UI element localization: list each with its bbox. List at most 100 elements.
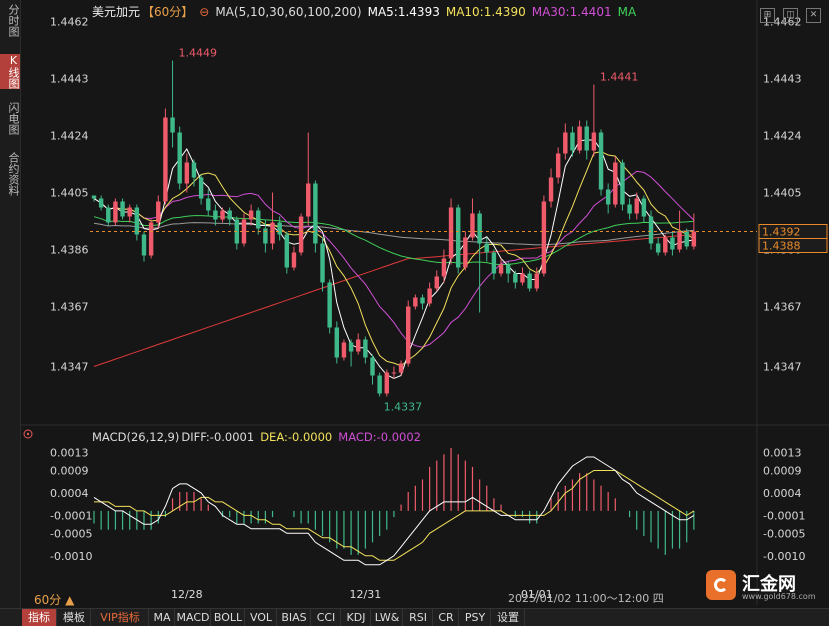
macd-header: MACD(26,12,9) DIFF:-0.0001 DEA:-0.0000 MACD… — [92, 430, 427, 444]
candle-body — [284, 234, 290, 268]
candle-body — [134, 207, 140, 235]
candle-body — [570, 132, 575, 151]
price-tick-left: 1.4405 — [50, 187, 89, 200]
price-tick-left: 1.4443 — [50, 73, 89, 86]
candle-body — [527, 273, 532, 289]
candle-body — [113, 201, 118, 223]
candle-body — [341, 342, 347, 358]
candle-body — [648, 216, 654, 244]
toolbar-item-13[interactable]: PSY — [460, 609, 491, 626]
price-tick-right: 1.4405 — [763, 187, 802, 200]
ma10-value: MA10:1.4390 — [445, 5, 526, 19]
toolbar-item-1[interactable]: 模板 — [58, 609, 91, 626]
toolbar-item-5[interactable]: BOLL — [212, 609, 245, 626]
ma30-line — [93, 170, 695, 348]
target-icon-dot — [26, 432, 30, 436]
toolbar-item-10[interactable]: LW& — [372, 609, 403, 626]
chart-canvas[interactable]: 1.4462 1.44621.4443 1.44431.4424 1.44241.44… — [0, 0, 829, 625]
candle-body — [413, 297, 418, 307]
period-label-header[interactable]: 【60分】 — [142, 5, 193, 19]
candle-body — [213, 210, 218, 220]
candle-body — [184, 162, 190, 184]
candle-body — [677, 231, 682, 250]
candle-body — [441, 258, 447, 277]
time-range: 2025/01/02 11:00～12:00 四 — [508, 592, 664, 605]
chart-header: 美元加元 【60分】 ⊖ MA(5,10,30,60,100,200) MA5:1.43… — [92, 3, 642, 20]
candle-body — [555, 153, 561, 178]
toolbar-item-8[interactable]: CCI — [312, 609, 341, 626]
candle-body — [291, 252, 297, 268]
macd-tick-left: -0.0010 — [50, 550, 92, 563]
price-tick-left: 1.4347 — [50, 361, 89, 374]
candle-body — [148, 222, 154, 256]
toolbar-item-12[interactable]: CR — [434, 609, 459, 626]
macd-tick-left: -0.0001 — [50, 509, 92, 522]
candle-body — [670, 237, 675, 250]
candle-body — [484, 243, 489, 253]
candle-body — [227, 210, 232, 220]
candle-body — [313, 183, 318, 244]
candle-body — [320, 243, 325, 283]
price-tick-right: 1.4347 — [763, 361, 802, 374]
candle-body — [541, 201, 547, 274]
candle-body — [106, 207, 111, 223]
candle-body — [120, 201, 125, 217]
candle-body — [170, 117, 175, 133]
macd-tick-left: -0.0005 — [50, 527, 92, 540]
candle-body — [591, 132, 597, 151]
brand-logo-icon — [706, 570, 736, 600]
macd-value: MACD:-0.0002 — [338, 430, 422, 444]
macd-tick-right: 0.0013 — [763, 446, 802, 459]
high-annotation-2: 1.4441 — [600, 71, 639, 84]
toolbar-item-2[interactable]: VIP指标 — [92, 609, 149, 626]
price-tick-left: 1.4367 — [50, 301, 89, 314]
candle-body — [334, 327, 340, 358]
toolbar-item-11[interactable]: RSI — [404, 609, 433, 626]
indicator-toolbar: 指标 模板 VIP指标 MA MACD BOLL VOL BIAS CCI KDJ LW& RSI CR… — [0, 608, 829, 626]
macd-title: MACD(26,12,9) — [92, 430, 180, 444]
price-tick-left: 1.4424 — [50, 130, 89, 143]
candle-body — [520, 273, 525, 283]
ma5-line — [93, 139, 695, 380]
period-selector[interactable]: 60分 ▲ — [34, 591, 74, 608]
symbol-label: 美元加元 — [92, 5, 141, 19]
price-tick-right: 1.4424 — [763, 130, 802, 143]
toolbar-item-6[interactable]: VOL — [246, 609, 277, 626]
candle-body — [398, 363, 404, 373]
grid-icon[interactable]: ⊞ — [760, 8, 775, 23]
candle-body — [348, 342, 354, 352]
macd-tick-right: -0.0010 — [763, 550, 805, 563]
candle-body — [220, 210, 225, 220]
ma30-value: MA30:1.4401 — [531, 5, 612, 19]
toolbar-item-3[interactable]: MA — [150, 609, 175, 626]
candle-body — [434, 276, 439, 289]
candle-body — [498, 264, 504, 274]
restore-icon[interactable]: ◫ — [783, 8, 798, 23]
macd-tick-right: 0.0009 — [763, 464, 802, 477]
candle-body — [306, 183, 311, 217]
toolbar-item-4[interactable]: MACD — [176, 609, 211, 626]
toolbar-item-9[interactable]: KDJ — [342, 609, 371, 626]
candle-body — [598, 132, 604, 190]
candle-body — [634, 198, 639, 214]
toolbar-item-14[interactable]: 设置 — [492, 609, 525, 626]
candle-body — [391, 372, 397, 374]
ma-params: MA(5,10,30,60,100,200) — [215, 5, 362, 19]
toolbar-item-7[interactable]: BIAS — [278, 609, 311, 626]
price-tick-right: 1.4443 — [763, 73, 802, 86]
x-axis-label: 12/28 — [171, 588, 203, 601]
ma-label: MA — [617, 5, 637, 19]
candle-body — [691, 231, 697, 247]
close-icon[interactable]: ✕ — [806, 8, 821, 23]
brand-url: www.gold678.com — [742, 592, 816, 601]
toolbar-item-0[interactable]: 指标 — [22, 609, 57, 626]
candle-body — [684, 231, 689, 247]
candle-body — [491, 252, 497, 274]
candle-body — [256, 210, 261, 229]
settings-icon[interactable]: ⊖ — [199, 5, 209, 19]
candle-body — [327, 282, 332, 328]
candle-body — [627, 204, 632, 214]
low-annotation: 1.4337 — [384, 401, 423, 414]
candle-body — [370, 357, 375, 376]
candle-body — [463, 237, 468, 268]
